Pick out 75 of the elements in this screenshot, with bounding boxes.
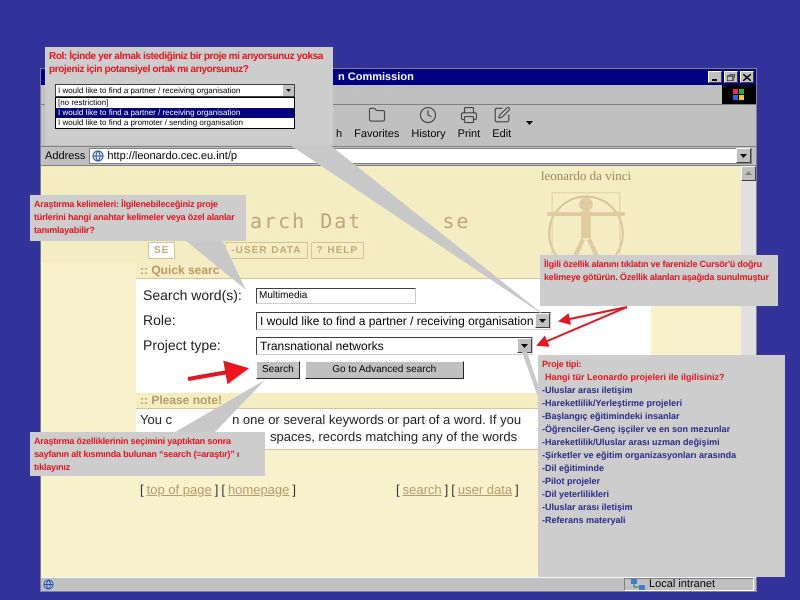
page-heading: arch Dat [250,208,362,235]
callout-text: Rol: İçinde yer almak istediğiniz bir proje mi arıyorsunuz yoksa projeniz için potansiyel ortak mı arıyorsunuz? [49,50,324,76]
toolbar-button[interactable]: Print [454,106,484,143]
dropdown-button[interactable] [517,338,532,354]
dropdown-button[interactable] [736,148,751,164]
bracket: [ [396,480,400,499]
flag-logo-icon [722,85,756,104]
pointer-arrow [188,360,249,384]
note-text: spaces, records matching any of the words [270,428,518,445]
dropdown-option[interactable]: I would like to find a promoter / sending organisation [56,118,294,128]
search-field[interactable]: Multimedia [256,288,416,304]
toolbar-button[interactable]: h [333,126,346,143]
dropdown-option[interactable]: [no restriction] [56,98,294,108]
bracket: ] [292,480,296,499]
bracket: ] [515,480,519,499]
field-label: Role: [143,311,177,330]
select-field[interactable]: Transnational networks [256,336,533,355]
banner-title: leonardo da vinci [540,166,632,185]
list-item: -Hareketlilik/Yerleştirme projeleri [542,397,684,410]
form-button[interactable]: Go to Advanced search [304,360,464,379]
bracket: ] [214,480,218,499]
list-item: -Pilot projeler [542,475,602,488]
bracket: ] [444,480,448,499]
bracket: [ [451,480,455,499]
folder-icon [368,106,386,124]
section-title: :: Quick searc [140,262,220,280]
list-item: -Referans materyali [542,514,627,527]
callout-text: İlgili özellik alanını tıklatın ve farenizle Cursör'ü doğru kelimeye götürün. Özellik alanları aşağıda sunulmuştur [544,258,770,284]
list-item: -Uluslar arası iletişim [542,384,634,397]
note-text: You c [140,410,172,428]
address-label: Address [45,148,86,164]
zone-label: Local intranet [649,577,716,592]
callout-text: Araştırma özelliklerinin seçimini yaptıktan sonra sayfanın alt kısmında bulunan “search (=araştır)” ı tıklayınız [34,435,240,474]
caret-icon [521,344,528,348]
printer-icon [460,106,478,124]
address-field[interactable]: http://leonardo.cec.eu.int/p [89,148,752,164]
list-item: -Dil eğitiminde [542,462,606,475]
list-item: -Öğrenciler-Genç işçiler ve en son mezunlar [542,423,732,436]
caret-icon [286,89,291,92]
list-item: -Dil yeterlilikleri [542,488,610,501]
callout-text: Hangi tür Leonardo projeleri ile ilgilisiniz? [544,371,726,384]
section-title: :: Please note! [140,392,222,410]
close-icon[interactable] [740,71,754,83]
up-arrow-icon [745,171,752,176]
globe-icon [43,579,54,590]
toolbar-button[interactable]: Edit [489,106,514,143]
caret-icon [740,154,747,158]
field-label: Search word(s): [143,286,243,306]
dropdown-button[interactable] [535,313,550,328]
note-text: n one or several keywords or part of a word. If you [232,410,522,428]
callout-text: Araştırma kelimeleri: İlgilenebileceğiniz proje türlerini hangi anahtar kelimeler veya özel alanlar tanımlayabilir? [34,198,236,237]
callout-text: Proje tipi: [542,358,582,371]
select-field[interactable]: I would like to find a partner / receiving organisation [55,84,295,97]
edit-icon [492,106,511,124]
globe-icon [92,150,104,162]
network-icon [631,579,645,590]
toolbar-button[interactable]: History [408,106,449,143]
window-title: n Commission [338,70,414,85]
list-item: -Başlangıç eğitimindeki insanlar [542,410,681,423]
form-button[interactable]: Search [256,360,300,379]
scroll-up-button[interactable] [741,166,756,181]
restore-icon[interactable] [724,71,738,83]
list-item: -Şirketler ve eğitim organizasyonları arasında [542,449,738,462]
bracket: [ [221,480,225,499]
list-item: -Uluslar arası iletişim [542,501,634,514]
list-item: -Hareketlilik/Uluslar arası uzman değişimi [542,436,721,449]
page-heading: se [442,208,470,235]
select-field[interactable]: I would like to find a partner / receiving organisation [256,312,551,330]
caret-icon [526,120,534,125]
clock-icon [419,106,438,124]
bracket: [ [140,480,144,499]
toolbar-button[interactable]: Favorites [351,106,402,143]
dropdown-option[interactable]: I would like to find a partner / receiving organisation [56,108,294,118]
minimize-icon[interactable] [708,71,722,83]
field-label: Project type: [143,336,222,356]
